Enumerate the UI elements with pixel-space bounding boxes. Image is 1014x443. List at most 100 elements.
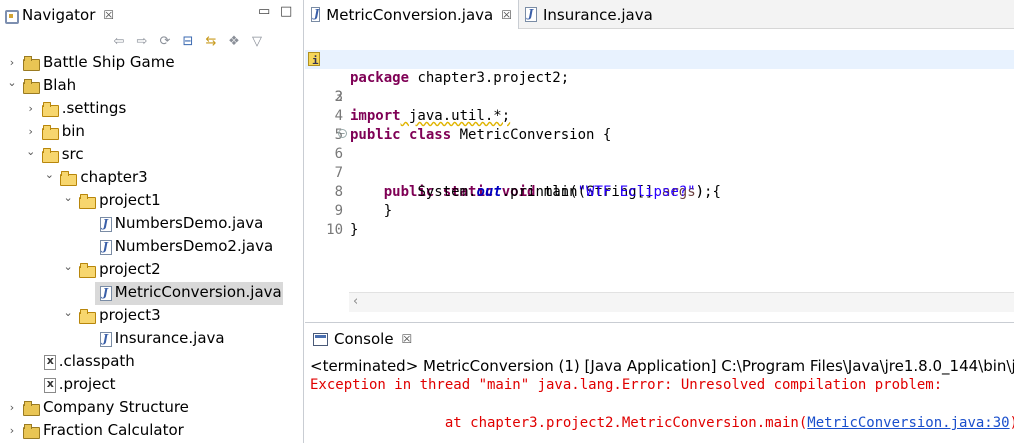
horizontal-scrollbar[interactable]: ‹ <box>349 292 1014 312</box>
folder-icon <box>60 171 78 186</box>
warning-marker-icon[interactable] <box>308 51 320 70</box>
code-line-7[interactable]: 7 System.out.println("WTF Eclipse?"); <box>305 145 1014 200</box>
line-number: 10 <box>326 222 343 238</box>
tree-item[interactable]: MetricConversion.java <box>0 282 303 305</box>
forward-arrow-icon[interactable]: ⇨ <box>133 32 151 50</box>
chevron-right-icon[interactable]: › <box>6 402 18 414</box>
code-line-9[interactable]: 9 } <box>305 183 1014 238</box>
folder-icon <box>79 263 97 278</box>
stack-trace-link[interactable]: MetricConversion.java:30 <box>807 415 1009 431</box>
console-view: Console ☒ <terminated> MetricConversion … <box>305 322 1014 443</box>
code-line-8[interactable]: 8 } <box>305 164 1014 219</box>
code-line-4[interactable]: 4 public class MetricConversion { <box>305 88 1014 143</box>
tree-item-label: chapter3 <box>80 168 148 186</box>
back-arrow-icon[interactable]: ⇦ <box>110 32 128 50</box>
chevron-right-icon[interactable]: › <box>25 103 37 115</box>
navigator-tab-label: Navigator <box>22 5 96 24</box>
java-file-icon <box>99 286 112 301</box>
tree-item[interactable]: › bin <box>0 121 303 144</box>
code-line-5[interactable]: 5 <box>305 107 1014 143</box>
close-icon[interactable]: ☒ <box>103 8 114 22</box>
java-file-icon <box>99 217 112 232</box>
tree-item-label: NumbersDemo2.java <box>114 237 274 255</box>
tree-item-label: Insurance.java <box>114 329 225 347</box>
project-folder-icon <box>23 424 40 439</box>
tree-item[interactable]: ⌄ src <box>0 144 303 167</box>
chevron-right-icon[interactable]: › <box>25 126 37 138</box>
tree-item-label: project1 <box>99 191 161 209</box>
chevron-down-icon[interactable]: ⌄ <box>43 169 55 181</box>
navigator-icon <box>4 8 19 24</box>
tree-item[interactable]: NumbersDemo.java <box>0 213 303 236</box>
java-file-icon <box>311 7 321 22</box>
tree-item[interactable]: Insurance.java <box>0 328 303 351</box>
tree-item[interactable]: .classpath <box>0 351 303 374</box>
tab-insurance[interactable]: Insurance.java <box>519 0 659 29</box>
chevron-down-icon[interactable]: ⌄ <box>62 307 74 319</box>
tree-item[interactable]: ⌄ chapter3 <box>0 167 303 190</box>
console-tab[interactable]: Console ☒ <box>305 327 412 351</box>
navigator-tab[interactable]: Navigator ☒ <box>0 0 114 29</box>
navigator-tab-bar: Navigator ☒ ▭ □ <box>0 0 303 29</box>
xml-file-icon <box>43 354 56 370</box>
scroll-left-icon[interactable]: ‹ <box>353 294 358 309</box>
chevron-down-icon[interactable]: ⌄ <box>62 192 74 204</box>
java-file-icon <box>99 332 112 347</box>
tree-item-label: NumbersDemo.java <box>114 214 264 232</box>
console-tab-bar: Console ☒ <box>305 323 1014 353</box>
code-line-10[interactable]: 10 <box>305 202 1014 238</box>
tree-item[interactable]: › Battle Ship Game <box>0 52 303 75</box>
tree-item[interactable]: .project <box>0 374 303 397</box>
code-line-1[interactable]: 1 package chapter3.project2; <box>305 31 1014 86</box>
tree-item[interactable]: › Company Structure <box>0 397 303 420</box>
project-folder-icon <box>23 401 40 416</box>
chevron-down-icon[interactable]: ⌄ <box>25 146 37 158</box>
editor-tab-bar: MetricConversion.java ☒ Insurance.java <box>305 0 1014 29</box>
focus-icon[interactable]: ❖ <box>225 32 243 50</box>
tree-item[interactable]: NumbersDemo2.java <box>0 236 303 259</box>
stack-trace-text: ) <box>1010 415 1014 431</box>
console-error-line: Exception in thread "main" java.lang.Err… <box>310 377 951 393</box>
tree-item-label: Blah <box>43 76 77 94</box>
minimize-icon[interactable]: ▭ <box>258 4 270 19</box>
code-line-6[interactable]: 6 − public static void main(String[] arg… <box>305 126 1014 200</box>
tree-item-label: project3 <box>99 306 161 324</box>
tree-item-label: .settings <box>61 99 127 117</box>
console-tab-label: Console <box>334 330 394 348</box>
folder-icon <box>79 194 97 209</box>
code-line-3[interactable]: 3 <box>305 69 1014 105</box>
tree-item-label: src <box>61 145 84 163</box>
chevron-right-icon[interactable]: › <box>6 425 18 437</box>
code-editor[interactable]: 1 package chapter3.project2; 2 import ja… <box>305 30 1014 292</box>
chevron-down-icon[interactable]: ⌄ <box>62 261 74 273</box>
tab-label: Insurance.java <box>543 5 653 24</box>
tree-item[interactable]: ⌄ project2 <box>0 259 303 282</box>
tree-item[interactable]: ⌄ project1 <box>0 190 303 213</box>
project-folder-icon <box>23 79 40 94</box>
collapse-all-icon[interactable]: ⊟ <box>179 32 197 50</box>
close-icon[interactable]: ☒ <box>402 332 413 346</box>
maximize-icon[interactable]: □ <box>280 4 292 19</box>
console-status: <terminated> MetricConversion (1) [Java … <box>310 357 1014 375</box>
tab-metric-conversion[interactable]: MetricConversion.java ☒ <box>305 0 519 29</box>
chevron-right-icon[interactable]: › <box>6 57 18 69</box>
tree-item-label: .classpath <box>58 352 135 370</box>
link-with-editor-icon[interactable]: ⇆ <box>202 32 220 50</box>
tree-item[interactable]: ⌄ Blah <box>0 75 303 98</box>
code-line-2[interactable]: 2 import java.util.*; <box>305 50 1014 124</box>
folder-icon <box>41 125 59 140</box>
tree-item[interactable]: › .settings <box>0 98 303 121</box>
up-icon[interactable]: ⟳ <box>156 32 174 50</box>
folder-icon <box>41 148 59 163</box>
tab-label: MetricConversion.java <box>326 5 494 24</box>
close-icon[interactable]: ☒ <box>501 8 512 22</box>
tree-item-label: .project <box>58 375 116 393</box>
java-file-icon <box>99 240 112 255</box>
fold-collapse-icon[interactable]: − <box>338 129 347 138</box>
navigator-toolbar: ⇦ ⇨ ⟳ ⊟ ⇆ ❖ ▽ <box>110 30 266 52</box>
tree-item[interactable]: › Fraction Calculator <box>0 420 303 443</box>
view-menu-icon[interactable]: ▽ <box>248 32 266 50</box>
project-folder-icon <box>23 56 40 71</box>
tree-item[interactable]: ⌄ project3 <box>0 305 303 328</box>
chevron-down-icon[interactable]: ⌄ <box>6 77 18 89</box>
